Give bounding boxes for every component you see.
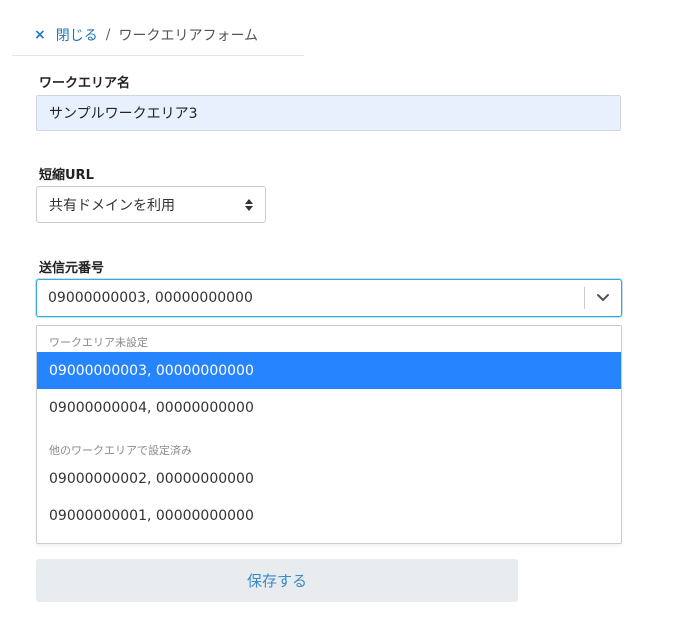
breadcrumb: × 閉じる / ワークエリアフォーム <box>12 14 304 56</box>
group-heading-assigned-elsewhere: 他のワークエリアで設定済み <box>49 444 192 457</box>
workarea-name-label: ワークエリア名 <box>39 76 131 91</box>
chevron-down-icon[interactable] <box>585 293 621 303</box>
close-label[interactable]: 閉じる <box>56 25 98 45</box>
short-url-label: 短縮URL <box>39 168 94 183</box>
close-icon[interactable]: × <box>34 28 46 42</box>
sender-number-menu: ワークエリア未設定 09000000003, 00000000000 09000… <box>36 325 622 544</box>
short-url-select[interactable]: 共有ドメインを利用 <box>36 186 266 223</box>
group-heading-unassigned: ワークエリア未設定 <box>49 336 148 349</box>
option-09000000003[interactable]: 09000000003, 00000000000 <box>37 352 621 389</box>
select-updown-icon <box>245 198 253 211</box>
breadcrumb-separator: / <box>105 26 111 43</box>
workarea-name-input[interactable] <box>36 95 621 131</box>
save-button[interactable]: 保存する <box>36 559 518 602</box>
close-link[interactable]: × 閉じる <box>34 25 98 45</box>
short-url-selected-value: 共有ドメインを利用 <box>49 197 175 214</box>
option-09000000004[interactable]: 09000000004, 00000000000 <box>37 389 621 426</box>
sender-number-label: 送信元番号 <box>39 261 105 276</box>
option-09000000002[interactable]: 09000000002, 00000000000 <box>37 460 621 497</box>
sender-number-selected-value: 09000000003, 00000000000 <box>48 290 253 306</box>
option-09000000001[interactable]: 09000000001, 00000000000 <box>37 497 621 534</box>
sender-number-select[interactable]: 09000000003, 00000000000 <box>36 279 622 317</box>
breadcrumb-current-page: ワークエリアフォーム <box>118 27 259 44</box>
